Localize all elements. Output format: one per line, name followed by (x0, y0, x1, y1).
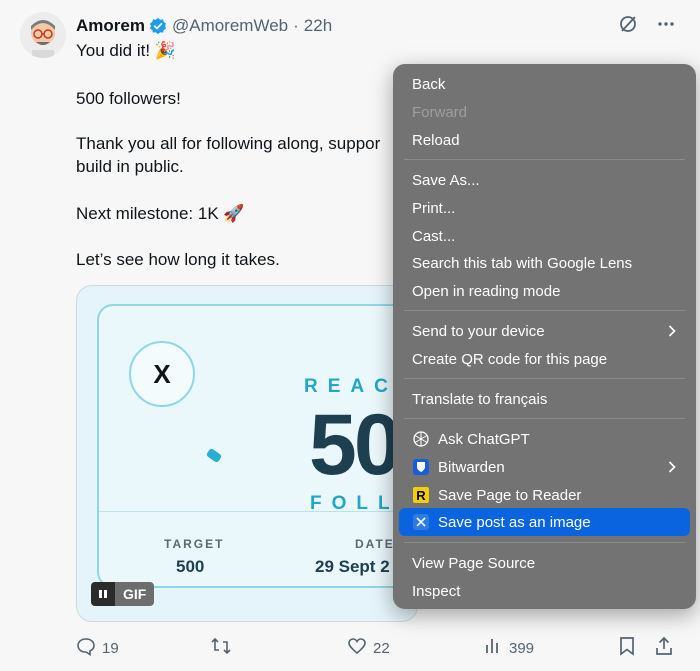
views-chart-icon (483, 636, 503, 660)
menu-item-back[interactable]: Back (412, 71, 445, 97)
share-icon (654, 636, 674, 660)
like-count: 22 (373, 639, 390, 657)
date-value: 29 Sept 2 (315, 557, 390, 576)
target-label: TARGET (164, 537, 225, 551)
grok-icon[interactable] (618, 14, 638, 39)
post-text-line: Thank you all for following along, suppo… (76, 134, 381, 153)
target-value: 500 (176, 557, 205, 576)
reply-count: 19 (102, 639, 119, 657)
menu-item-google-lens[interactable]: Search this tab with Google Lens (412, 250, 632, 276)
verified-badge-icon (149, 17, 167, 35)
menu-item-cast[interactable]: Cast... (412, 223, 455, 249)
pause-icon[interactable] (91, 582, 115, 606)
menu-item-print[interactable]: Print... (412, 195, 455, 221)
menu-separator (404, 418, 685, 419)
chatgpt-icon (412, 430, 430, 448)
separator-dot: · (293, 16, 299, 35)
bookmark-button[interactable] (618, 636, 636, 660)
submenu-chevron-icon (668, 318, 676, 344)
menu-item-reload[interactable]: Reload (412, 127, 460, 153)
views-count: 399 (509, 639, 535, 657)
post-time[interactable]: 22h (304, 16, 332, 36)
menu-item-qr-code[interactable]: Create QR code for this page (412, 346, 607, 372)
menu-separator (404, 378, 685, 379)
post-text-line: Let’s see how long it takes. (76, 250, 280, 269)
bookmark-icon (618, 636, 636, 660)
post-header: Amorem @AmoremWeb · 22h (76, 13, 332, 39)
avatar[interactable] (20, 12, 66, 58)
repost-icon (210, 636, 232, 660)
author-handle[interactable]: @AmoremWeb (172, 16, 288, 36)
gif-badge[interactable]: GIF (91, 582, 155, 606)
card-divider (99, 511, 417, 512)
menu-item-reading-mode[interactable]: Open in reading mode (412, 278, 560, 304)
post-text-line: 500 followers! (76, 89, 181, 108)
menu-item-send-to-device[interactable]: Send to your device (412, 318, 545, 344)
menu-item-ask-chatgpt[interactable]: Ask ChatGPT (412, 426, 530, 452)
post-text-line: You did it! 🎉 (76, 41, 176, 60)
views-button[interactable]: 399 (483, 636, 534, 660)
post-text-line: Next milestone: 1K 🚀 (76, 204, 245, 223)
submenu-chevron-icon (668, 454, 676, 480)
menu-item-view-page-source[interactable]: View Page Source (412, 550, 535, 576)
x-logo-icon (412, 513, 430, 531)
reply-button[interactable]: 19 (76, 636, 119, 660)
browser-context-menu: Back Forward Reload Save As... Print... … (393, 64, 696, 609)
menu-item-bitwarden[interactable]: Bitwarden (412, 454, 505, 480)
menu-separator (404, 159, 685, 160)
post-text-line: build in public. (76, 157, 184, 176)
menu-item-save-as[interactable]: Save As... (412, 167, 480, 193)
gif-label: GIF (115, 582, 155, 606)
menu-separator (404, 310, 685, 311)
like-button[interactable]: 22 (347, 636, 390, 660)
menu-separator (404, 542, 685, 543)
x-logo: X (129, 341, 195, 407)
post-action-bar: 19 22 399 (76, 636, 676, 660)
reply-icon (76, 636, 96, 660)
menu-item-save-post-as-image[interactable]: Save post as an image (412, 509, 591, 535)
post-media-gif[interactable]: X REACH 500 FOLLOWERS TARGET 500 DATE 29… (76, 285, 418, 622)
bitwarden-shield-icon (412, 458, 430, 476)
reader-r-icon: R (412, 486, 430, 504)
menu-item-translate[interactable]: Translate to français (412, 386, 547, 412)
post-top-actions (618, 14, 676, 39)
menu-item-forward: Forward (412, 103, 468, 121)
progress-arc (205, 447, 223, 464)
share-button[interactable] (654, 636, 674, 660)
svg-text:R: R (416, 488, 426, 503)
menu-item-save-page-to-reader[interactable]: R Save Page to Reader (412, 482, 581, 508)
repost-button[interactable] (210, 636, 232, 660)
more-options-icon[interactable] (656, 14, 676, 39)
menu-item-inspect[interactable]: Inspect (412, 578, 460, 604)
author-name[interactable]: Amorem (76, 16, 145, 36)
date-label: DATE (355, 537, 395, 551)
heart-icon (347, 636, 367, 660)
